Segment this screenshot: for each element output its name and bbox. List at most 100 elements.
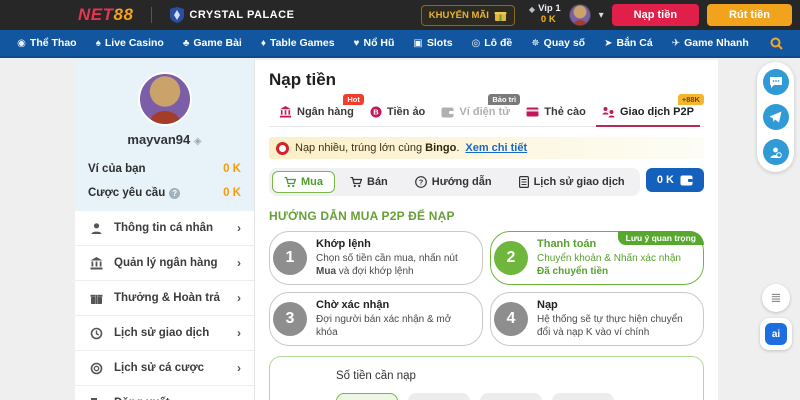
promotion-button-label: KHUYẾN MÃI	[428, 9, 489, 21]
tab-ewallet[interactable]: Ví điện tử Bảo trì	[435, 94, 521, 126]
lottery-icon: ◎	[471, 37, 481, 49]
p2p-badge: +88K	[677, 94, 704, 105]
slots-icon: ▣	[413, 37, 423, 49]
chat-icon[interactable]	[762, 69, 789, 95]
person-icon	[88, 222, 104, 235]
gift-icon	[88, 292, 104, 305]
wallet-label: Ví của bạn	[88, 163, 146, 175]
support-widget	[757, 62, 794, 172]
step-desc: Chuyển khoản & Nhấn xác nhận Đã chuyển t…	[537, 252, 693, 278]
main-nav: ◉ Thể Thao ♠ Live Casino ♣ Game Bài ♦ Table …	[0, 30, 800, 58]
nav-item-game-nhanh[interactable]: ✈ Game Nhanh	[672, 37, 749, 49]
required-bet-row: Cược yêu cầu ? 0 K	[88, 187, 241, 199]
tab-label: Giao dịch P2P	[619, 106, 694, 118]
wallet-value: 0 K	[223, 163, 241, 175]
svg-text:B: B	[373, 108, 379, 117]
segment-sell[interactable]: Bán	[338, 171, 400, 193]
tab-bank[interactable]: Ngân hàng Hot	[273, 94, 364, 126]
step-desc-pre: Chuyển khoản & Nhấn xác nhận	[537, 253, 681, 264]
tab-scratch-card[interactable]: Thẻ cào	[520, 102, 592, 126]
p2p-balance-button[interactable]: 0 K	[645, 168, 704, 192]
step-desc: Đợi người bán xác nhận & mở khóa	[316, 313, 472, 339]
nav-item-lo-de[interactable]: ◎ Lô đề	[472, 37, 513, 49]
ai-assistant-button[interactable]: ai	[760, 318, 792, 350]
step-desc: Chọn số tiền cần mua, nhấn nút Mua và đợ…	[316, 252, 472, 278]
step-number: 1	[273, 241, 307, 275]
tab-crypto[interactable]: B Tiền ảo	[364, 102, 431, 126]
hot-badge: Hot	[343, 94, 364, 105]
nav-item-live-casino[interactable]: ♠ Live Casino	[96, 37, 164, 49]
nav-item-table-games[interactable]: ♦ Table Games	[261, 37, 335, 49]
top-header: NET 88 CRYSTAL PALACE KHUYẾN MÃI ◆ Vip 1…	[0, 0, 800, 30]
sidebar-item-personal-info[interactable]: Thông tin cá nhân ›	[75, 211, 254, 246]
bank-icon	[279, 106, 292, 118]
help-icon[interactable]: ?	[169, 187, 181, 199]
tab-label: Ví điện tử	[459, 106, 511, 118]
crypto-coin-icon: B	[370, 106, 382, 118]
segment-history[interactable]: Lịch sử giao dịch	[507, 171, 637, 193]
search-icon[interactable]	[770, 37, 783, 50]
profile-avatar[interactable]	[137, 72, 192, 126]
nav-label: Live Casino	[104, 37, 164, 49]
user-avatar[interactable]	[568, 4, 591, 26]
tab-label: Thẻ cào	[544, 106, 586, 118]
tab-p2p[interactable]: Giao dịch P2P +88K	[595, 94, 704, 127]
sidebar-item-rewards[interactable]: Thưởng & Hoàn trả ›	[75, 281, 254, 316]
segment-guide[interactable]: ? Hướng dẫn	[403, 171, 504, 193]
username: mayvan94	[127, 132, 191, 147]
chevron-right-icon: ›	[237, 221, 241, 235]
nav-item-game-bai[interactable]: ♣ Game Bài	[183, 37, 242, 49]
chevron-down-icon[interactable]: ▾	[599, 10, 604, 21]
segment-buy[interactable]: Mua	[272, 171, 335, 193]
partner-brand: CRYSTAL PALACE	[170, 7, 294, 23]
partner-name: CRYSTAL PALACE	[189, 9, 295, 21]
amount-option-100k[interactable]: 100 K	[336, 393, 398, 400]
sidebar-item-logout[interactable]: Đăng xuất	[75, 386, 254, 400]
nav-label: Table Games	[269, 37, 335, 49]
nav-item-ban-ca[interactable]: ➤ Bắn Cá	[604, 37, 653, 49]
step-card-3: 3 Chờ xác nhận Đợi người bán xác nhận & …	[269, 292, 483, 346]
step-desc-pre: Hệ thống sẽ tự thực hiện chuyển đổi và n…	[537, 314, 683, 338]
sidebar-item-bank-management[interactable]: Quản lý ngân hàng ›	[75, 246, 254, 281]
withdraw-button[interactable]: Rút tiền	[707, 4, 792, 26]
nav-item-slots[interactable]: ▣ Slots	[413, 37, 452, 49]
header-divider	[151, 7, 153, 23]
chevron-right-icon: ›	[237, 326, 241, 340]
net88-logo[interactable]: NET 88	[78, 5, 133, 25]
promotion-button[interactable]: KHUYẾN MÃI	[420, 4, 515, 26]
sidebar-item-transaction-history[interactable]: Lịch sử giao dịch ›	[75, 316, 254, 351]
nav-label: Lô đề	[484, 37, 513, 49]
promo-details-link[interactable]: Xem chi tiết	[465, 142, 527, 154]
bingo-icon	[276, 141, 289, 155]
amount-option-500k[interactable]: 500 K	[408, 393, 470, 400]
jackpot-icon: ♥	[353, 37, 360, 49]
fast-game-icon: ✈	[671, 37, 681, 49]
svg-text:?: ?	[418, 178, 423, 187]
nav-item-the-thao[interactable]: ◉ Thể Thao	[17, 37, 76, 49]
support-agent-icon[interactable]	[762, 139, 789, 165]
step-desc-pre: Chọn số tiền cần mua, nhấn nút	[316, 253, 458, 264]
deposit-button[interactable]: Nạp tiền	[611, 4, 700, 26]
menu-list-icon[interactable]: ≣	[762, 284, 790, 312]
sidebar-item-label: Lịch sử cá cược	[114, 362, 205, 374]
sidebar-item-label: Thưởng & Hoàn trả	[114, 292, 220, 304]
step-card-4: 4 Nạp Hệ thống sẽ tự thực hiện chuyển đổ…	[490, 292, 704, 346]
deposit-method-tabs: Ngân hàng Hot B Tiền ảo Ví điện tử Bảo t…	[269, 94, 704, 127]
bank-icon	[88, 256, 104, 270]
page-title: Nạp tiền	[269, 70, 337, 89]
sidebar-menu: Thông tin cá nhân › Quản lý ngân hàng › …	[75, 211, 254, 400]
chevron-right-icon: ›	[237, 361, 241, 375]
logo-88-text: 88	[113, 5, 134, 24]
nav-item-quay-so[interactable]: ✵ Quay số	[531, 37, 585, 49]
vip-status[interactable]: ◆ Vip 1 0 K	[529, 3, 561, 26]
telegram-icon[interactable]	[762, 104, 789, 130]
sidebar-item-bet-history[interactable]: Lịch sử cá cược ›	[75, 351, 254, 386]
nav-item-no-hu[interactable]: ♥ Nổ Hũ	[354, 37, 395, 49]
step-card-2: Lưu ý quan trọng 2 Thanh toán Chuyển kho…	[490, 231, 704, 285]
sidebar-item-label: Quản lý ngân hàng	[114, 257, 218, 269]
promo-text-post: .	[456, 142, 460, 154]
amount-option-1000k[interactable]: 1,000 K	[480, 393, 542, 400]
required-bet-value: 0 K	[223, 187, 241, 199]
amount-option-5000k[interactable]: 5,000 K	[552, 393, 614, 400]
tab-label: Ngân hàng	[297, 106, 354, 118]
